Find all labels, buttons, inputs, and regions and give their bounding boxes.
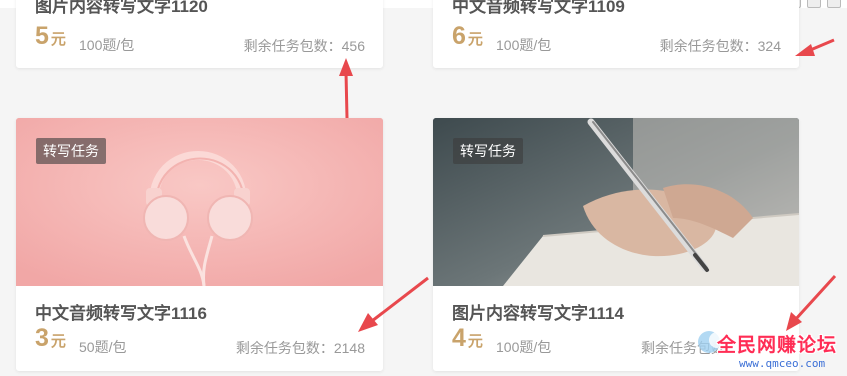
task-quantity: 100题/包 [496, 37, 552, 53]
task-quantity: 100题/包 [79, 37, 135, 53]
task-type-tag: 转写任务 [36, 138, 106, 164]
price-value: 3 [35, 324, 49, 352]
task-price: 4元 [452, 324, 483, 353]
task-quantity: 100题/包 [496, 339, 552, 355]
task-price: 5元 [35, 22, 66, 51]
close-icon[interactable] [827, 0, 841, 8]
task-title: 中文音频转写文字1109 [452, 0, 625, 16]
task-price: 3元 [35, 324, 66, 353]
task-price: 6元 [452, 22, 483, 51]
remaining-packages: 剩余任务包数：456 [243, 38, 365, 54]
task-title: 中文音频转写文字1116 [35, 304, 207, 323]
price-unit: 元 [50, 31, 66, 48]
task-quantity: 50题/包 [79, 339, 127, 355]
price-unit: 元 [50, 333, 66, 350]
price-value: 4 [452, 324, 466, 352]
task-type-tag: 转写任务 [453, 138, 523, 164]
price-value: 6 [452, 22, 466, 50]
task-thumbnail[interactable]: 转写任务 [433, 118, 799, 286]
watermark-logo: 全民网赚论坛 www.qmceo.com [695, 326, 845, 374]
task-card[interactable]: 图片内容转写文字1120 5元 100题/包 剩余任务包数：456 [16, 0, 383, 68]
price-value: 5 [35, 22, 49, 50]
remaining-packages: 剩余任务包数：324 [659, 38, 781, 54]
remaining-packages: 剩余任务包数：2148 [235, 340, 365, 356]
task-card[interactable]: 中文音频转写文字1109 6元 100题/包 剩余任务包数：324 [433, 0, 799, 68]
task-title: 图片内容转写文字1120 [35, 0, 208, 16]
task-thumbnail[interactable]: 转写任务 [16, 118, 383, 286]
task-title: 图片内容转写文字1114 [452, 304, 624, 323]
price-unit: 元 [467, 31, 483, 48]
task-card[interactable]: 转写任务 中文音频转写文字1116 3元 50题/包 剩余任务包数：2148 [16, 118, 383, 371]
task-list-page: 图片内容转写文字1120 5元 100题/包 剩余任务包数：456 中文音频转写… [0, 0, 847, 376]
price-unit: 元 [467, 333, 483, 350]
watermark-title: 全民网赚论坛 [717, 335, 838, 356]
watermark-url: www.qmceo.com [739, 357, 826, 370]
maximize-icon[interactable] [807, 0, 821, 8]
